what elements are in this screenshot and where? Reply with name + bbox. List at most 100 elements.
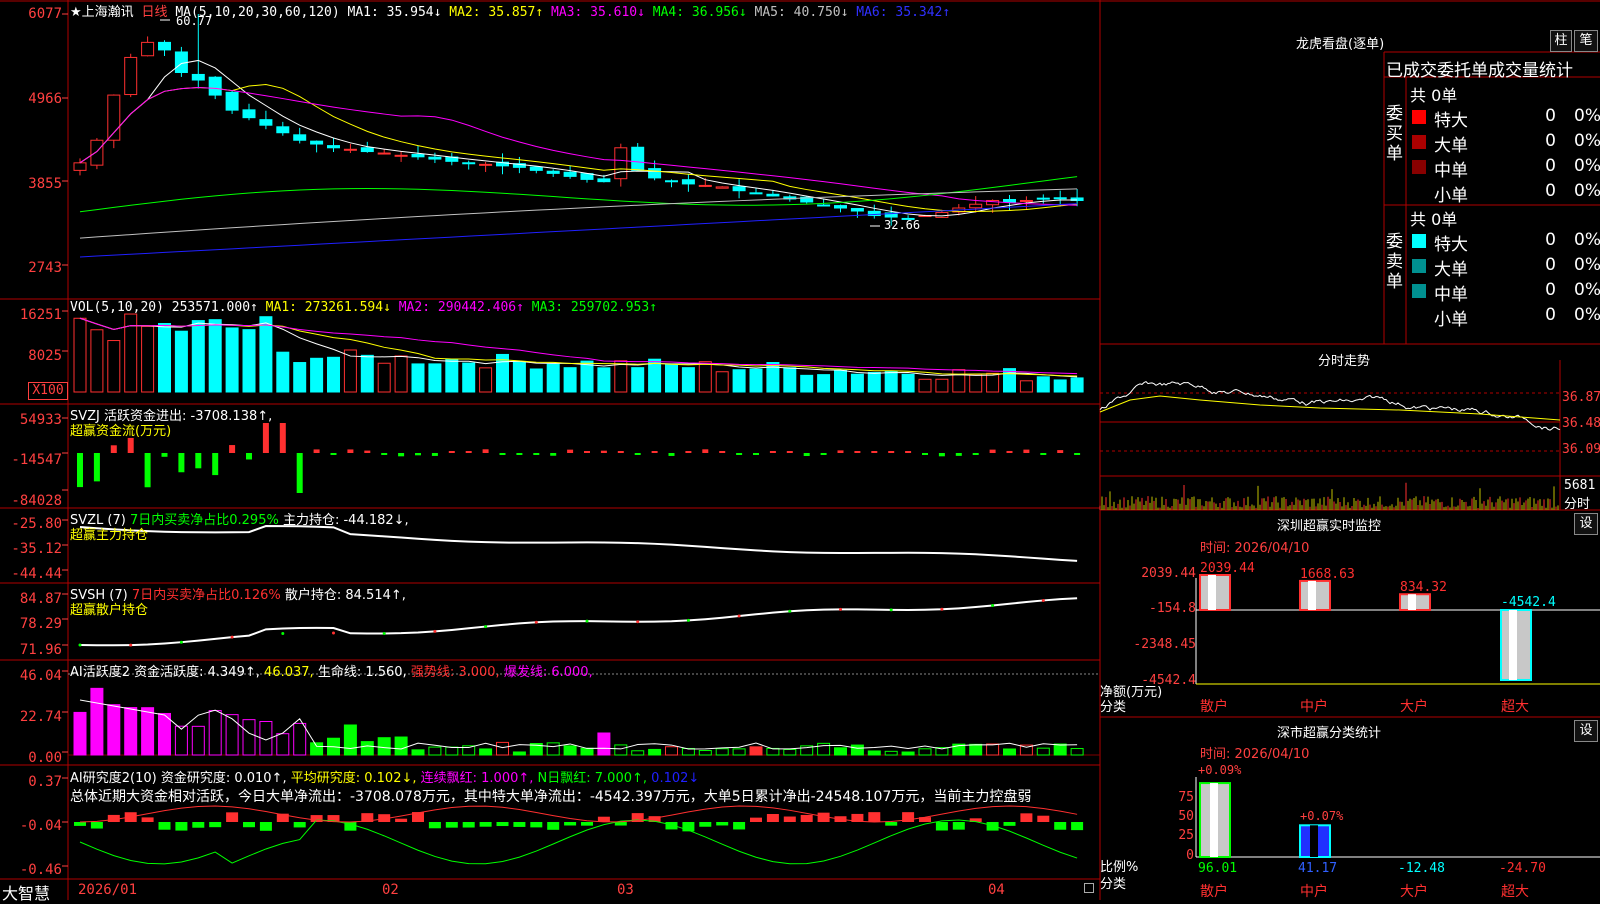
candle bbox=[597, 178, 611, 183]
buy-total: 共 0单 bbox=[1410, 86, 1458, 105]
volume-bar bbox=[800, 374, 814, 393]
sz-monitor-category: 大户 bbox=[1400, 698, 1428, 715]
research-bar bbox=[868, 812, 881, 822]
svzj-tick-2: -14547 bbox=[11, 452, 62, 468]
volume-bar bbox=[462, 362, 476, 393]
app-name: 大智慧 bbox=[2, 884, 51, 903]
lock-icon[interactable] bbox=[1084, 883, 1094, 893]
sz-monitor-tick-1: 2039.44 bbox=[1141, 566, 1196, 581]
fund-flow-bar bbox=[972, 453, 979, 455]
candle bbox=[141, 41, 155, 57]
research-bar bbox=[74, 822, 86, 826]
fund-flow-bar bbox=[769, 451, 776, 453]
period-label[interactable]: 日线 bbox=[141, 5, 167, 20]
activity-bar bbox=[276, 733, 290, 756]
volume-bar bbox=[546, 363, 560, 393]
fund-flow-bar bbox=[854, 451, 861, 453]
research-bar bbox=[530, 822, 543, 828]
research-bar bbox=[513, 822, 526, 827]
fund-flow-bar bbox=[431, 453, 438, 456]
activity-bar bbox=[174, 725, 188, 756]
x-label-jan: 2026/01 bbox=[78, 882, 138, 898]
buy-rows-name: 小单 bbox=[1434, 186, 1468, 206]
candle bbox=[394, 154, 408, 157]
sz-class-settings-button[interactable]: 设 bbox=[1574, 720, 1598, 742]
research-bar bbox=[733, 822, 746, 830]
retail-dot bbox=[940, 607, 944, 611]
fund-flow-bar bbox=[736, 453, 743, 455]
sz-class-title: 深市超赢分类统计 bbox=[1277, 726, 1382, 741]
fund-flow-bar bbox=[837, 450, 844, 453]
fund-flow-bar bbox=[922, 453, 928, 455]
buy_rows-swatch bbox=[1412, 160, 1426, 174]
fund-flow-bar bbox=[110, 445, 117, 453]
candle bbox=[462, 162, 476, 165]
fund-flow-bar bbox=[888, 451, 895, 453]
volume-ma1: MA1: 273261.594↓ bbox=[265, 300, 391, 315]
sz-class-tick-3: 25 bbox=[1178, 828, 1194, 843]
buy-rows-count: 0 bbox=[1545, 131, 1556, 151]
research-bar bbox=[158, 822, 171, 830]
volume-unit-badge[interactable]: X100 bbox=[28, 382, 68, 400]
candle bbox=[614, 147, 628, 180]
activity-bar bbox=[631, 750, 645, 756]
sz-monitor-bar-highlight bbox=[1509, 610, 1517, 680]
fund-flow-bar bbox=[685, 451, 692, 453]
stock-name[interactable]: ★上海瀚讯 bbox=[70, 5, 134, 20]
volume-bar bbox=[1019, 380, 1033, 393]
research-bar bbox=[699, 822, 712, 827]
retail-dot bbox=[78, 643, 82, 647]
sell-rows-name: 中单 bbox=[1434, 285, 1468, 305]
candle bbox=[479, 163, 493, 166]
activity-bar bbox=[1003, 748, 1016, 756]
sell-rows-count: 0 bbox=[1545, 230, 1556, 250]
volume-tick-2: 8025 bbox=[28, 348, 62, 364]
research-bar bbox=[783, 816, 796, 822]
activity-line bbox=[79, 699, 1078, 750]
research-bar bbox=[885, 822, 898, 826]
sz-class-bar-label: 41.17 bbox=[1298, 861, 1337, 876]
volume-bar bbox=[73, 317, 87, 393]
sz-class-bar-label: -12.48 bbox=[1398, 861, 1445, 876]
candle bbox=[276, 126, 290, 134]
ai-active-tick-3: 0.00 bbox=[28, 750, 62, 766]
candle bbox=[225, 91, 239, 111]
activity-bar bbox=[614, 744, 628, 756]
fund-flow-bar bbox=[77, 453, 83, 488]
buy-rows-count: 0 bbox=[1545, 181, 1556, 201]
sell_rows-swatch bbox=[1412, 284, 1426, 298]
activity-bar bbox=[834, 747, 847, 756]
tick-view-button[interactable]: 笔 bbox=[1574, 30, 1598, 52]
volume-bar bbox=[901, 373, 915, 393]
ai-research-tick-2: -0.04 bbox=[19, 818, 62, 834]
candle bbox=[665, 180, 678, 183]
volume-bar bbox=[360, 354, 374, 393]
svsh-tick-1: 84.87 bbox=[19, 591, 62, 607]
sell-rows-pct: 0% bbox=[1574, 305, 1600, 325]
sz-class-category: 中户 bbox=[1300, 883, 1328, 900]
ai-research-summary: 总体近期大资金相对活跃，今日大单净流出：-3708.078万元，其中特大单净流出… bbox=[70, 789, 1032, 805]
fund-flow-bar bbox=[905, 451, 912, 453]
volume-bar bbox=[665, 363, 678, 393]
buy-order-label: 委买单 bbox=[1386, 104, 1403, 164]
candle bbox=[648, 168, 662, 179]
sell-rows-pct: 0% bbox=[1574, 230, 1600, 250]
volume-bar bbox=[208, 319, 222, 393]
column-view-button[interactable]: 柱 bbox=[1550, 30, 1572, 52]
activity-bar bbox=[665, 746, 678, 756]
activity-bar bbox=[445, 746, 459, 756]
x-label-feb: 02 bbox=[382, 882, 399, 898]
main-chart-canvas[interactable]: 2039.44 散户 1668.63 中户 834.32 大户 -4542.4 超大 96.01… bbox=[0, 0, 1600, 900]
sz-monitor-settings-button[interactable]: 设 bbox=[1574, 513, 1598, 535]
volume-bar bbox=[834, 369, 847, 393]
fund-flow-bar bbox=[651, 451, 658, 453]
volume-label: VOL(5,10,20) bbox=[70, 300, 164, 315]
fund-flow-bar bbox=[144, 453, 151, 488]
sz-class-bar-highlight bbox=[1310, 825, 1318, 857]
research-bar bbox=[90, 822, 103, 829]
activity-bar bbox=[124, 707, 138, 756]
activity-bar bbox=[867, 750, 881, 756]
research-bar bbox=[445, 822, 458, 828]
ai-active-label: AI活跃度2 bbox=[70, 665, 130, 680]
activity-bar bbox=[580, 747, 594, 756]
